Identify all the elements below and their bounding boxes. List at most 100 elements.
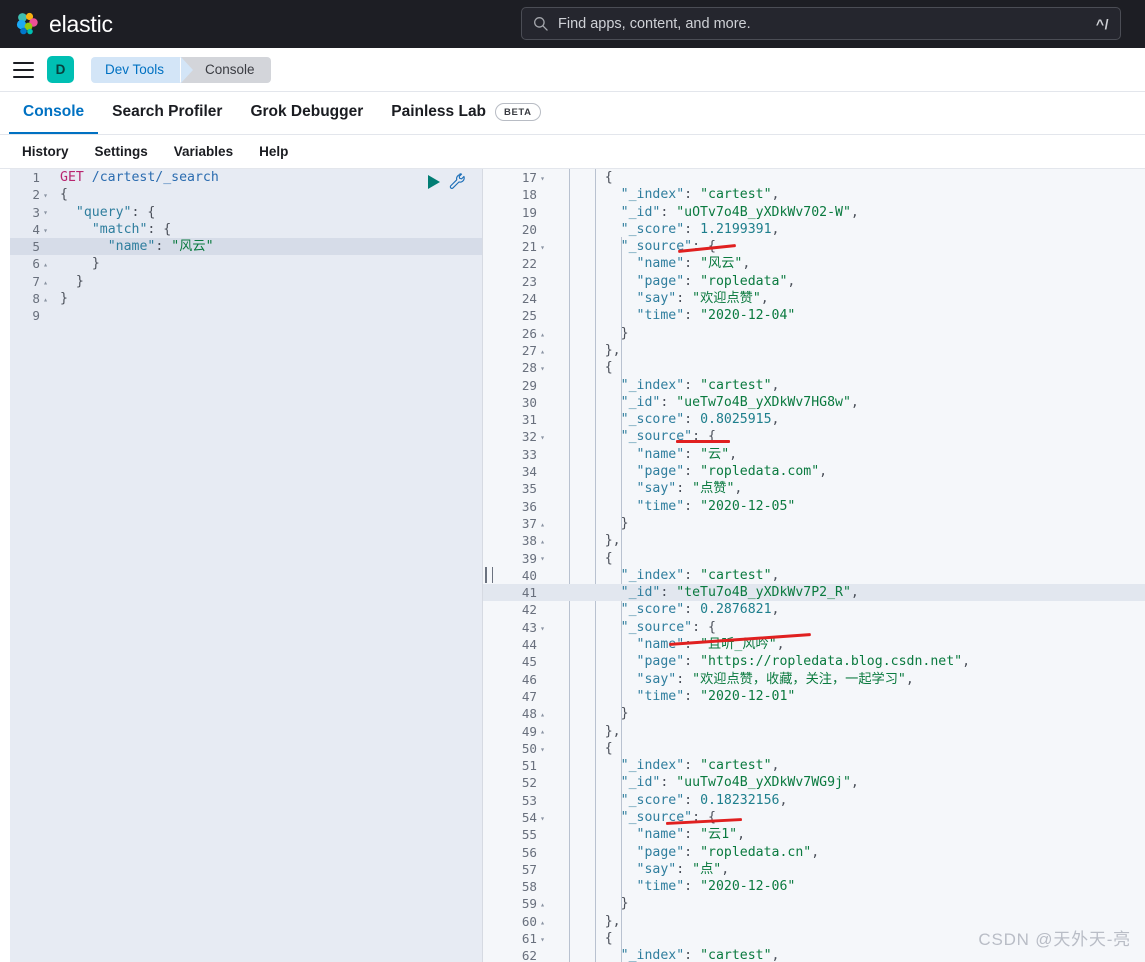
- code-line[interactable]: 23 "page": "ropledata",: [483, 273, 1145, 290]
- response-code[interactable]: 17 ▾ {18 "_index": "cartest", 19 "_id": "u…: [483, 169, 1145, 962]
- code-line[interactable]: 51 "_index": "cartest",: [483, 757, 1145, 774]
- fold-toggle-icon[interactable]: ▾: [537, 360, 548, 377]
- fold-toggle-icon[interactable]: ▴: [537, 343, 548, 360]
- code-line[interactable]: 9: [10, 307, 482, 324]
- space-avatar[interactable]: D: [47, 56, 74, 83]
- fold-toggle-icon[interactable]: ▾: [40, 187, 51, 204]
- fold-toggle-icon[interactable]: ▾: [537, 429, 548, 446]
- fold-toggle-icon[interactable]: ▾: [537, 550, 548, 567]
- search-input[interactable]: [548, 15, 1090, 32]
- code-line[interactable]: 17 ▾ {: [483, 169, 1145, 186]
- submenu-item-history[interactable]: History: [9, 144, 82, 159]
- fold-toggle-icon[interactable]: ▴: [537, 516, 548, 533]
- code-line[interactable]: 19 "_id": "uOTv7o4B_yXDkWv702-W",: [483, 204, 1145, 221]
- code-line[interactable]: 4 ▾ "match": {: [10, 221, 482, 238]
- fold-toggle-icon[interactable]: ▾: [537, 239, 548, 256]
- fold-toggle-icon[interactable]: ▾: [40, 204, 51, 221]
- code-line[interactable]: 40 "_index": "cartest",: [483, 567, 1145, 584]
- code-line[interactable]: 22 "name": "风云",: [483, 255, 1145, 272]
- fold-toggle-icon[interactable]: ▴: [40, 274, 51, 291]
- breadcrumb-item-dev-tools[interactable]: Dev Tools: [91, 56, 194, 83]
- fold-toggle-icon[interactable]: ▾: [537, 931, 548, 948]
- code-line[interactable]: 27 ▴ },: [483, 342, 1145, 359]
- code-line[interactable]: 47 "time": "2020-12-01": [483, 688, 1145, 705]
- breadcrumb-item-console[interactable]: Console: [180, 56, 271, 83]
- code-line[interactable]: 28 ▾ {: [483, 359, 1145, 376]
- fold-toggle-icon[interactable]: ▾: [537, 620, 548, 637]
- code-line[interactable]: 25 "time": "2020-12-04": [483, 307, 1145, 324]
- fold-toggle-icon[interactable]: ▾: [537, 170, 548, 187]
- code-line[interactable]: 29 "_index": "cartest",: [483, 377, 1145, 394]
- submenu-item-help[interactable]: Help: [246, 144, 301, 159]
- code-line[interactable]: 2 ▾ {: [10, 186, 482, 203]
- global-search-bar[interactable]: ^/: [521, 7, 1121, 40]
- request-editor[interactable]: 1 GET /cartest/_search 2 ▾ {3 ▾ "query": {4 ▾ …: [10, 169, 483, 962]
- code-line[interactable]: 58 "time": "2020-12-06": [483, 878, 1145, 895]
- line-number: 40: [521, 567, 537, 583]
- code-line[interactable]: 30 "_id": "ueTw7o4B_yXDkWv7HG8w",: [483, 394, 1145, 411]
- code-line[interactable]: 45 "page": "https://ropledata.blog.csdn.…: [483, 653, 1145, 670]
- tab-console[interactable]: Console: [9, 92, 99, 134]
- fold-toggle-icon[interactable]: ▴: [537, 706, 548, 723]
- code-line[interactable]: 38 ▴ },: [483, 532, 1145, 549]
- code-line[interactable]: 53 "_score": 0.18232156,: [483, 792, 1145, 809]
- code-line[interactable]: 21 ▾ "_source": {: [483, 238, 1145, 255]
- fold-toggle-icon[interactable]: ▾: [40, 222, 51, 239]
- code-line[interactable]: 26 ▴ }: [483, 325, 1145, 342]
- fold-toggle-icon[interactable]: ▾: [537, 810, 548, 827]
- code-line[interactable]: 8 ▴}: [10, 290, 482, 307]
- code-line[interactable]: 36 "time": "2020-12-05": [483, 498, 1145, 515]
- code-line[interactable]: 3 ▾ "query": {: [10, 204, 482, 221]
- code-line[interactable]: 59 ▴ }: [483, 895, 1145, 912]
- code-line[interactable]: 1 GET /cartest/_search: [10, 169, 482, 186]
- pane-resize-handle[interactable]: [485, 567, 493, 583]
- code-text: "_index": "cartest",: [620, 948, 780, 962]
- tab-painless-lab[interactable]: Painless Lab BETA: [377, 92, 554, 134]
- hamburger-menu-icon[interactable]: [13, 61, 34, 78]
- code-line[interactable]: 35 "say": "点赞",: [483, 480, 1145, 497]
- response-viewer[interactable]: 17 ▾ {18 "_index": "cartest", 19 "_id": "u…: [483, 169, 1145, 962]
- wrench-icon[interactable]: [449, 173, 466, 190]
- tab-grok-debugger[interactable]: Grok Debugger: [236, 92, 377, 134]
- code-line[interactable]: 24 "say": "欢迎点赞",: [483, 290, 1145, 307]
- fold-toggle-icon[interactable]: ▴: [40, 256, 51, 273]
- fold-toggle-icon[interactable]: ▴: [537, 896, 548, 913]
- code-line[interactable]: 31 "_score": 0.8025915,: [483, 411, 1145, 428]
- fold-toggle-icon[interactable]: ▾: [537, 741, 548, 758]
- tab-search-profiler[interactable]: Search Profiler: [98, 92, 236, 134]
- play-run-icon[interactable]: [428, 174, 440, 189]
- code-line[interactable]: 18 "_index": "cartest",: [483, 186, 1145, 203]
- code-line[interactable]: 55 "name": "云1",: [483, 826, 1145, 843]
- code-line[interactable]: 44 "name": "且听_风吟",: [483, 636, 1145, 653]
- code-line[interactable]: 7 ▴ }: [10, 273, 482, 290]
- code-line[interactable]: 46 "say": "欢迎点赞，收藏，关注，一起学习",: [483, 671, 1145, 688]
- code-line[interactable]: 43 ▾ "_source": {: [483, 619, 1145, 636]
- submenu-item-variables[interactable]: Variables: [161, 144, 246, 159]
- breadcrumb-bar: D Dev Tools Console: [0, 48, 1145, 92]
- code-line[interactable]: 41 "_id": "teTu7o4B_yXDkWv7P2_R",: [483, 584, 1145, 602]
- brand[interactable]: elastic: [14, 11, 113, 38]
- fold-toggle-icon[interactable]: ▴: [537, 533, 548, 550]
- code-line[interactable]: 52 "_id": "uuTw7o4B_yXDkWv7WG9j",: [483, 774, 1145, 791]
- code-line[interactable]: 56 "page": "ropledata.cn",: [483, 844, 1145, 861]
- code-line[interactable]: 49 ▴ },: [483, 723, 1145, 740]
- code-line[interactable]: 39 ▾ {: [483, 550, 1145, 567]
- code-line[interactable]: 34 "page": "ropledata.com",: [483, 463, 1145, 480]
- fold-toggle-icon[interactable]: ▴: [537, 723, 548, 740]
- code-line[interactable]: 42 "_score": 0.2876821,: [483, 601, 1145, 618]
- fold-toggle-icon[interactable]: ▴: [40, 291, 51, 308]
- code-line[interactable]: 54 ▾ "_source": {: [483, 809, 1145, 826]
- code-line[interactable]: 48 ▴ }: [483, 705, 1145, 722]
- code-line[interactable]: 57 "say": "点",: [483, 861, 1145, 878]
- request-code[interactable]: 1 GET /cartest/_search 2 ▾ {3 ▾ "query": {4 ▾ …: [10, 169, 482, 325]
- fold-toggle-icon[interactable]: ▴: [537, 914, 548, 931]
- code-line[interactable]: 32 ▾ "_source": {: [483, 428, 1145, 445]
- code-line[interactable]: 5 "name": "风云": [10, 238, 482, 256]
- submenu-item-settings[interactable]: Settings: [82, 144, 161, 159]
- code-line[interactable]: 50 ▾ {: [483, 740, 1145, 757]
- code-line[interactable]: 20 "_score": 1.2199391,: [483, 221, 1145, 238]
- fold-toggle-icon[interactable]: ▴: [537, 326, 548, 343]
- code-line[interactable]: 33 "name": "云",: [483, 446, 1145, 463]
- code-line[interactable]: 37 ▴ }: [483, 515, 1145, 532]
- code-line[interactable]: 6 ▴ }: [10, 255, 482, 272]
